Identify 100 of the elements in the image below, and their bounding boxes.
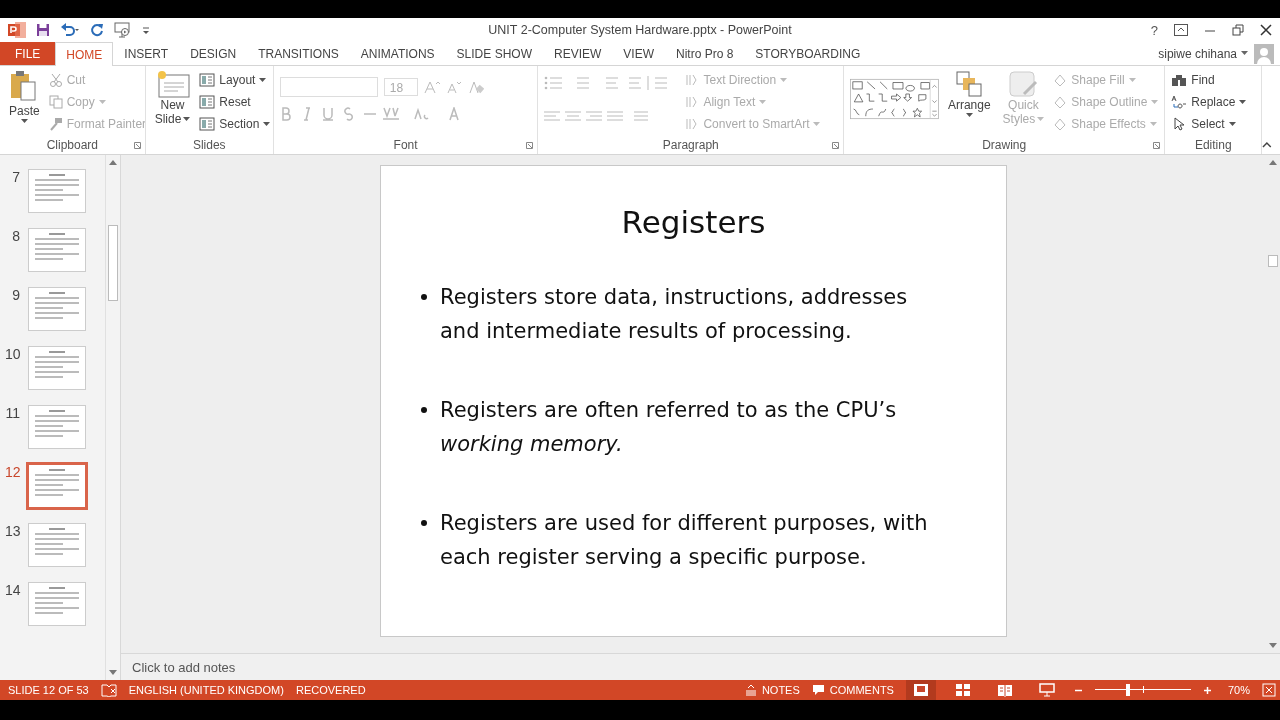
slide-thumbnail[interactable] — [28, 287, 86, 331]
new-slide-button[interactable]: New Slide — [151, 69, 194, 136]
redo-icon[interactable] — [90, 23, 104, 37]
caret-icon — [183, 117, 191, 122]
caret-icon — [759, 99, 767, 105]
ribbon-tab[interactable]: TRANSITIONS — [247, 42, 350, 65]
slide-counter: SLIDE 12 OF 53 — [8, 684, 89, 696]
slides-button[interactable]: Section — [199, 115, 271, 133]
slide-number: 9 — [11, 287, 20, 303]
save-icon[interactable] — [36, 23, 50, 37]
avatar-icon[interactable] — [1254, 43, 1274, 64]
scroll-thumb[interactable] — [108, 225, 118, 301]
slide-number: 14 — [5, 582, 20, 598]
editing-button[interactable]: Find — [1171, 71, 1247, 89]
presentation-icon[interactable] — [114, 22, 132, 38]
customize-icon[interactable] — [142, 25, 150, 35]
slide-thumbnail[interactable] — [28, 169, 86, 213]
ribbon-tab[interactable]: STORYBOARDING — [744, 42, 872, 65]
shape-icon — [1053, 117, 1068, 131]
group-label: Drawing — [982, 138, 1027, 152]
close-icon[interactable] — [1260, 24, 1272, 36]
slide-thumbnail[interactable] — [28, 405, 86, 449]
slides-button[interactable]: Reset — [199, 93, 271, 111]
dialog-launcher-icon[interactable] — [832, 142, 840, 149]
ribbon-tab[interactable]: REVIEW — [542, 42, 613, 65]
slide-canvas[interactable] — [380, 165, 1007, 637]
slide-thumbnail[interactable] — [28, 228, 86, 272]
paintbrush-icon — [48, 117, 63, 131]
caret-icon[interactable] — [1241, 51, 1248, 56]
undo-icon[interactable] — [60, 23, 80, 37]
zoom-level[interactable]: 70% — [1227, 684, 1250, 696]
shape-icon — [1053, 73, 1068, 87]
ribbon-tab[interactable]: SLIDE SHOW — [445, 42, 543, 65]
language-status[interactable]: ENGLISH (UNITED KINGDOM) — [128, 684, 284, 696]
group-label: Editing — [1194, 138, 1232, 152]
bullet-text: Registers store data, instructions, addresses and intermediate results of processing. — [440, 284, 909, 345]
notes-button[interactable]: NOTES — [744, 684, 800, 696]
slide-number: 7 — [11, 169, 20, 185]
scroll-down-icon[interactable] — [1269, 643, 1277, 649]
scroll-up-icon[interactable] — [1269, 159, 1277, 165]
overlapping-squares-icon — [955, 70, 984, 98]
bullet-icon — [421, 294, 427, 300]
editing-button[interactable]: Select — [1171, 115, 1247, 133]
caret-icon — [1128, 77, 1136, 83]
editing-button[interactable]: Replace — [1171, 93, 1247, 111]
ribbon-display-icon[interactable] — [1174, 24, 1188, 36]
bullet-text: Registers are often referred to as the CPU’s working memory. — [440, 397, 898, 458]
bullet-icon — [421, 520, 427, 526]
copy-icon — [48, 95, 63, 109]
bullet-icon — [421, 407, 427, 413]
dialog-launcher-icon[interactable] — [526, 142, 534, 149]
slide-number: 11 — [5, 405, 20, 421]
layout-icon — [199, 73, 216, 87]
comments-button[interactable]: COMMENTS — [811, 684, 894, 696]
slide-thumbnail[interactable] — [28, 464, 86, 508]
grid-icon — [954, 683, 971, 697]
slide-thumbnail[interactable] — [28, 523, 86, 567]
scroll-thumb[interactable] — [1268, 255, 1278, 267]
shrink-font-icon[interactable] — [445, 80, 462, 94]
font-name-field[interactable] — [279, 77, 378, 97]
ribbon-tab[interactable]: VIEW — [612, 42, 665, 65]
slides-button[interactable]: Layout — [199, 71, 271, 89]
scroll-down-icon[interactable] — [109, 670, 117, 676]
caret-icon — [263, 121, 271, 127]
speech-bubble-icon — [811, 684, 825, 696]
caret-icon — [1149, 121, 1157, 127]
slide-number: 12 — [5, 464, 20, 480]
ribbon-tab[interactable]: ANIMATIONS — [349, 42, 446, 65]
recovery-status: RECOVERED — [295, 684, 366, 696]
grow-font-icon[interactable] — [423, 80, 440, 94]
book-icon[interactable] — [100, 683, 117, 697]
collapse-ribbon-icon[interactable] — [1262, 141, 1272, 148]
ribbon-tab[interactable]: INSERT — [113, 42, 180, 65]
projector-screen-icon — [1038, 683, 1055, 697]
dialog-launcher-icon[interactable] — [133, 142, 141, 149]
normal-view-button[interactable] — [905, 680, 936, 700]
help-button[interactable]: ? — [1150, 22, 1158, 38]
paste-button[interactable]: Paste — [6, 69, 43, 136]
user-name[interactable]: sipiwe chihana — [1158, 42, 1237, 65]
slide-number: 13 — [5, 523, 20, 539]
group-label: Clipboard — [46, 138, 98, 152]
slide-icon — [155, 70, 190, 98]
fit-slide-icon[interactable] — [1262, 683, 1276, 697]
arrange-button[interactable]: Arrange — [944, 69, 994, 136]
slide-number: 8 — [11, 228, 20, 244]
scrollbar[interactable] — [105, 155, 120, 680]
slide-title: Registers — [620, 204, 767, 240]
ribbon-tab[interactable]: DESIGN — [179, 42, 248, 65]
ribbon-tab[interactable]: HOME — [55, 42, 114, 66]
slide-thumbnail[interactable] — [28, 582, 86, 626]
ribbon-tab[interactable]: Nitro Pro 8 — [665, 42, 745, 65]
scissors-icon — [48, 73, 63, 87]
scroll-up-icon[interactable] — [109, 159, 117, 165]
dialog-launcher-icon[interactable] — [1153, 142, 1161, 149]
restore-icon[interactable] — [1232, 24, 1244, 36]
zoom-in-icon[interactable] — [1202, 685, 1212, 695]
file-tab[interactable]: FILE — [0, 42, 56, 65]
caret-icon — [259, 77, 267, 83]
caret-icon — [1239, 99, 1247, 105]
slide-thumbnail[interactable] — [28, 346, 86, 390]
